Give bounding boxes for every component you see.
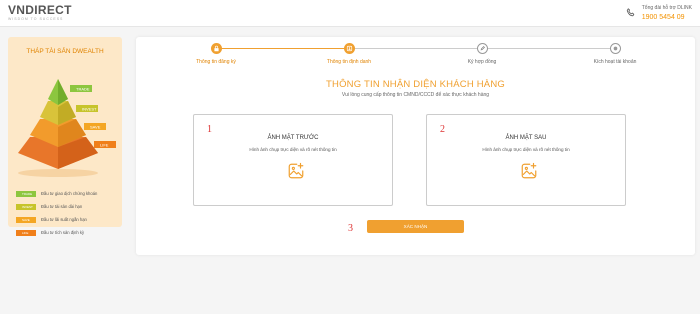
progress-stepper: Thông tin đăng ký Thông tin định danh Ký…	[136, 43, 695, 73]
top-header: VNDIRECT WISDOM TO SUCCESS Tổng đài hỗ t…	[0, 0, 700, 27]
step-label: Ký hợp đồng	[467, 59, 497, 65]
save-tag: SAVE	[16, 216, 36, 223]
page-subtitle: Vui lòng cung cấp thông tin CMND/CCCD để…	[341, 92, 490, 98]
identity-verification-card: Thông tin đăng ký Thông tin định danh Ký…	[136, 37, 695, 255]
pyramid-tag-invest: INVEST	[82, 107, 97, 112]
legend-item-life: LIFE Đầu tư tích sản định kỳ	[16, 226, 97, 239]
front-photo-upload[interactable]: 1 ẢNH MẶT TRƯỚC Hình ảnh chụp trực diện …	[193, 114, 393, 206]
legend-item-save: SAVE Đầu tư lãi suất ngắn hạn	[16, 213, 97, 226]
dwealth-pyramid-graphic: TRADE INVEST SAVE LIFE	[18, 79, 116, 177]
pyramid-tag-save: SAVE	[90, 125, 101, 130]
trade-tag: TRADE	[16, 190, 36, 197]
step-sign-contract: Ký hợp đồng	[442, 43, 522, 65]
phone-icon	[626, 8, 634, 17]
page-title: THÔNG TIN NHẬN DIỆN KHÁCH HÀNG	[326, 79, 505, 90]
pyramid-tag-trade: TRADE	[76, 87, 90, 92]
pyramid-tag-life: LIFE	[100, 143, 109, 148]
upload-title: ẢNH MẶT TRƯỚC	[267, 135, 319, 141]
dwealth-sidebar: THÁP TÀI SẢN DWEALTH TRADE INVEST SAVE L…	[8, 37, 122, 236]
legend-text: Đầu tư tích sản định kỳ	[41, 230, 85, 235]
step-label: Kích hoạt tài khoản	[593, 59, 637, 65]
logo-text: VNDIRECT	[8, 3, 72, 17]
annotation-number: 2	[440, 124, 445, 135]
lock-icon	[210, 43, 222, 54]
legend-text: Đầu tư giao dịch chứng khoán	[41, 191, 98, 196]
vndirect-logo[interactable]: VNDIRECT WISDOM TO SUCCESS	[8, 4, 72, 21]
confirm-button[interactable]: XÁC NHẬN	[367, 220, 464, 233]
upload-description: Hình ảnh chụp trực diện và rõ nét thông …	[482, 147, 570, 152]
step-label: Thông tin đăng ký	[196, 59, 236, 65]
annotation-number: 3	[348, 223, 353, 234]
upload-description: Hình ảnh chụp trực diện và rõ nét thông …	[249, 147, 337, 152]
legend-item-invest: INVEST Đầu tư tài sản dài hạn	[16, 200, 97, 213]
pen-icon	[476, 43, 488, 54]
legend-item-trade: TRADE Đầu tư giao dịch chứng khoán	[16, 187, 97, 200]
legend-text: Đầu tư tài sản dài hạn	[41, 204, 83, 209]
step-label: Thông tin định danh	[326, 59, 372, 65]
back-photo-upload[interactable]: 2 ẢNH MẶT SAU Hình ảnh chụp trực diện và…	[426, 114, 626, 206]
life-tag: LIFE	[16, 229, 36, 236]
support-phone-number[interactable]: 1900 5454 09	[642, 13, 692, 22]
pyramid-legend: TRADE Đầu tư giao dịch chứng khoán INVES…	[16, 187, 97, 239]
legend-text: Đầu tư lãi suất ngắn hạn	[41, 217, 87, 222]
annotation-number: 1	[207, 124, 212, 135]
step-registration-info: Thông tin đăng ký	[176, 43, 256, 65]
sidebar-title: THÁP TÀI SẢN DWEALTH	[26, 48, 104, 55]
step-activate-account: Kích hoạt tài khoản	[575, 43, 655, 65]
check-circle-icon	[609, 43, 621, 54]
support-label: Tổng đài hỗ trợ DLINK	[641, 5, 692, 11]
step-identity-info: Thông tin định danh	[309, 43, 389, 65]
upload-title: ẢNH MẶT SAU	[505, 135, 547, 141]
logo-tagline: WISDOM TO SUCCESS	[8, 17, 64, 21]
image-add-icon[interactable]	[520, 162, 538, 180]
image-add-icon[interactable]	[287, 162, 305, 180]
id-icon	[343, 43, 355, 54]
invest-tag: INVEST	[16, 203, 36, 210]
support-hotline: Tổng đài hỗ trợ DLINK 1900 5454 09	[625, 4, 692, 22]
